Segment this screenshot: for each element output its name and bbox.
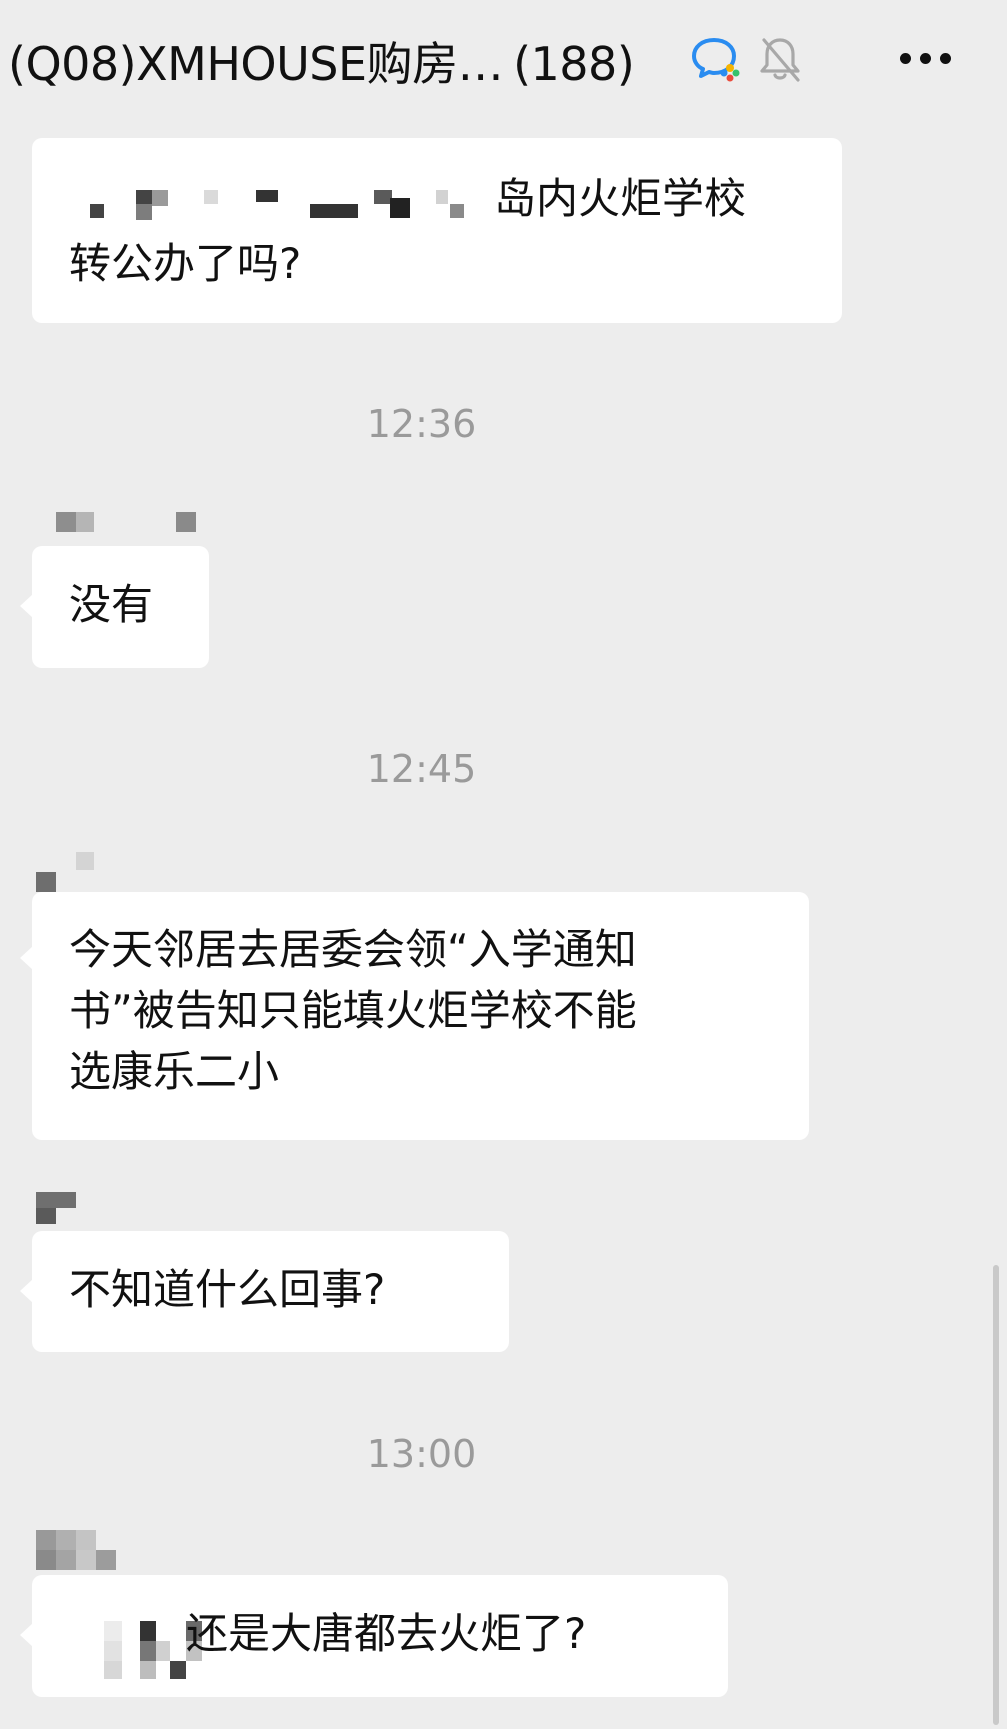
- message-bubble[interactable]: 还是大唐都去火炬了?: [20, 1575, 728, 1697]
- message-line: 书”被告知只能填火炬学校不能: [69, 986, 637, 1035]
- message-line: 没有: [69, 580, 154, 629]
- muted-bell-icon: [760, 38, 800, 82]
- more-dot: [899, 52, 911, 64]
- message-line: 岛内火炬学校: [494, 174, 747, 223]
- wecom-chat-icon: [692, 38, 740, 82]
- sender-name-redacted: [36, 1530, 126, 1570]
- sender-name-redacted: [56, 512, 196, 536]
- message-bubble[interactable]: 岛内火炬学校 转公办了吗?: [32, 138, 842, 323]
- message-bubble[interactable]: 没有: [20, 546, 209, 668]
- timestamp: 12:45: [366, 747, 477, 791]
- message-line: 今天邻居去居委会领“入学通知: [69, 925, 637, 974]
- member-count: (188): [513, 37, 635, 91]
- message-bubble[interactable]: 不知道什么回事?: [20, 1231, 509, 1352]
- bubble-tail: [20, 1279, 33, 1303]
- chat-header: (Q08)XMHOUSE购房… (188): [0, 0, 1007, 120]
- message-line: 选康乐二小: [69, 1047, 280, 1096]
- bubble-tail: [20, 1623, 33, 1647]
- more-options-button[interactable]: [890, 36, 960, 80]
- message-bubble[interactable]: 今天邻居去居委会领“入学通知 书”被告知只能填火炬学校不能 选康乐二小: [20, 892, 809, 1140]
- message-line: 不知道什么回事?: [69, 1265, 386, 1314]
- timestamp: 12:36: [366, 402, 477, 446]
- bubble-tail: [20, 946, 33, 970]
- more-dot: [939, 52, 951, 64]
- message-line: 还是大唐都去火炬了?: [186, 1609, 587, 1658]
- sender-name-redacted: [36, 1192, 80, 1226]
- group-name: (Q08)XMHOUSE购房…: [8, 37, 504, 91]
- bubble-tail: [20, 594, 33, 618]
- scrollbar-thumb[interactable]: [993, 1265, 999, 1725]
- message-line: 转公办了吗?: [69, 239, 302, 288]
- more-dot: [919, 52, 931, 64]
- timestamp: 13:00: [366, 1432, 477, 1476]
- sender-name-redacted: [36, 852, 106, 892]
- chat-title[interactable]: (Q08)XMHOUSE购房… (188): [8, 28, 635, 94]
